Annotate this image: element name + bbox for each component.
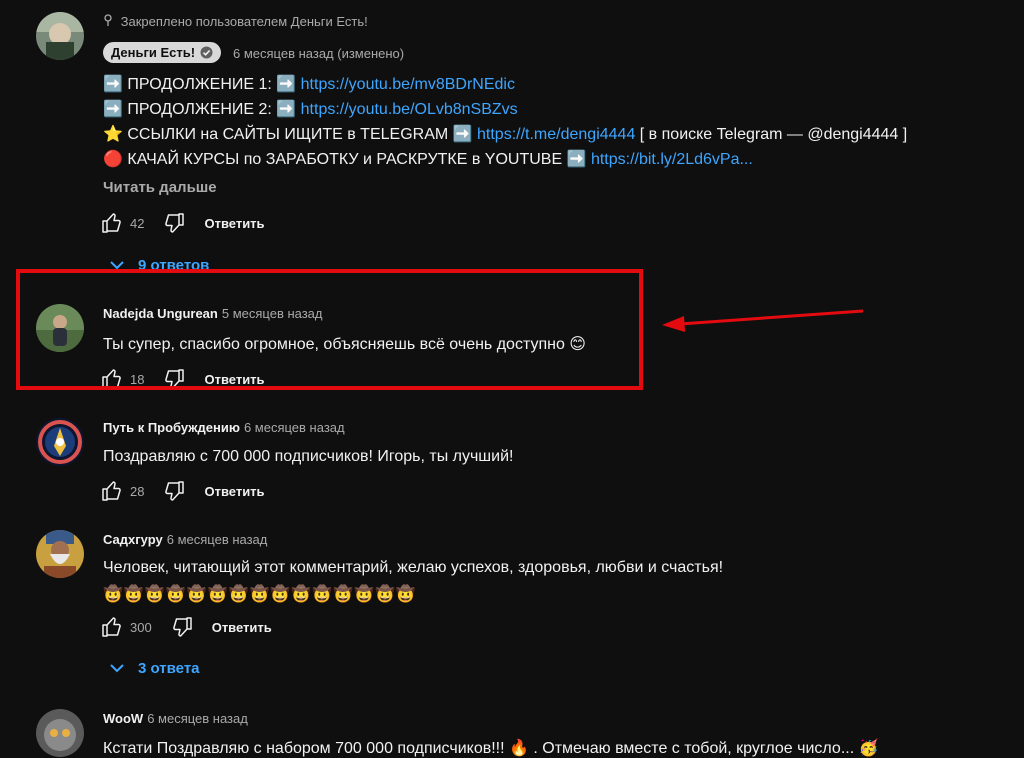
comment-actions: 300 Ответить <box>100 615 272 639</box>
avatar-image <box>36 530 84 578</box>
replies-count: 3 ответа <box>138 659 200 677</box>
pinned-line-4-text: 🔴 КАЧАЙ КУРСЫ по ЗАРАБОТКУ и РАСКРУТКЕ в… <box>103 151 591 168</box>
comment-author[interactable]: Путь к Пробуждению <box>103 420 240 435</box>
avatar-woow[interactable] <box>36 709 84 757</box>
avatar-image <box>36 12 84 60</box>
reply-button[interactable]: Ответить <box>204 484 264 499</box>
pinned-link-2[interactable]: https://youtu.be/OLvb8nSBZvs <box>301 101 518 118</box>
pinned-line-3-suffix: [ в поиске Telegram — @dengi4444 ] <box>635 126 908 143</box>
avatar-image <box>36 709 84 757</box>
pinned-line-4-ellipsis: ... <box>739 151 753 168</box>
highlight-arrow <box>662 309 864 332</box>
comment-author[interactable]: WooW <box>103 711 143 726</box>
comment-text: Человек, читающий этот комментарий, жела… <box>103 559 724 576</box>
avatar-image <box>36 418 84 466</box>
like-count: 28 <box>130 483 145 499</box>
like-icon[interactable] <box>100 479 124 503</box>
avatar-put-k-probuzhdeniyu[interactable] <box>36 418 84 466</box>
reply-button[interactable]: Ответить <box>212 620 272 635</box>
dislike-icon[interactable] <box>162 479 186 503</box>
pinned-link-4[interactable]: https://bit.ly/2Ld6vPa <box>591 151 740 168</box>
comment-text: Поздравляю с 700 000 подписчиков! Игорь,… <box>103 448 514 465</box>
comment-header: WooW 6 месяцев назад <box>103 711 248 726</box>
comment-time[interactable]: 6 месяцев назад <box>147 711 248 726</box>
pinned-note-text: Закреплено пользователем Деньги Есть! <box>120 14 368 29</box>
pinned-comment-time[interactable]: 6 месяцев назад (изменено) <box>233 46 404 61</box>
highlight-box <box>16 269 643 390</box>
pinned-line-1: ➡️ ПРОДОЛЖЕНИЕ 1: ➡️ https://youtu.be/mv… <box>103 74 515 94</box>
author-badge-label: Деньги Есть! <box>111 45 196 60</box>
view-replies-button[interactable]: 3 ответа <box>108 659 200 677</box>
read-more-button[interactable]: Читать дальше <box>103 179 217 196</box>
pinned-note: Закреплено пользователем Деньги Есть! <box>103 14 368 29</box>
like-icon[interactable] <box>100 615 124 639</box>
comment-author[interactable]: Садхгуру <box>103 532 163 547</box>
comment-actions: 28 Ответить <box>100 479 265 503</box>
avatar-dengi-est[interactable] <box>36 12 84 60</box>
like-icon[interactable] <box>100 211 124 235</box>
pinned-line-1-text: ➡️ ПРОДОЛЖЕНИЕ 1: ➡️ <box>103 76 301 93</box>
comment-text: Кстати Поздравляю с набором 700 000 подп… <box>103 740 879 757</box>
comment-time[interactable]: 6 месяцев назад <box>244 420 345 435</box>
avatar-sadhguru[interactable] <box>36 530 84 578</box>
dislike-icon[interactable] <box>170 615 194 639</box>
author-badge[interactable]: Деньги Есть! <box>103 42 222 63</box>
comment-emoji-line: 🤠🤠🤠🤠🤠🤠🤠🤠🤠🤠🤠🤠🤠🤠🤠 <box>103 586 417 603</box>
pinned-link-1[interactable]: https://youtu.be/mv8BDrNEdic <box>301 76 515 93</box>
like-count: 42 <box>130 215 145 231</box>
pinned-line-2-text: ➡️ ПРОДОЛЖЕНИЕ 2: ➡️ <box>103 101 301 118</box>
comment-time[interactable]: 6 месяцев назад <box>167 532 268 547</box>
like-count: 300 <box>130 619 152 635</box>
dislike-icon[interactable] <box>162 211 186 235</box>
pinned-line-4: 🔴 КАЧАЙ КУРСЫ по ЗАРАБОТКУ и РАСКРУТКЕ в… <box>103 149 753 169</box>
reply-button[interactable]: Ответить <box>204 216 264 231</box>
pinned-line-3: ⭐ ССЫЛКИ на САЙТЫ ИЩИТЕ в TELEGRAM ➡️ ht… <box>103 124 907 144</box>
comment-header: Садхгуру 6 месяцев назад <box>103 532 267 547</box>
pinned-link-3[interactable]: https://t.me/dengi4444 <box>477 126 635 143</box>
pin-icon <box>103 14 113 29</box>
verified-icon <box>200 46 213 59</box>
pinned-actions: 42 Ответить <box>100 211 265 235</box>
pinned-line-2: ➡️ ПРОДОЛЖЕНИЕ 2: ➡️ https://youtu.be/OL… <box>103 99 518 119</box>
chevron-down-icon <box>108 659 126 677</box>
comment-header: Путь к Пробуждению 6 месяцев назад <box>103 420 345 435</box>
pinned-line-3-text: ⭐ ССЫЛКИ на САЙТЫ ИЩИТЕ в TELEGRAM ➡️ <box>103 126 478 143</box>
